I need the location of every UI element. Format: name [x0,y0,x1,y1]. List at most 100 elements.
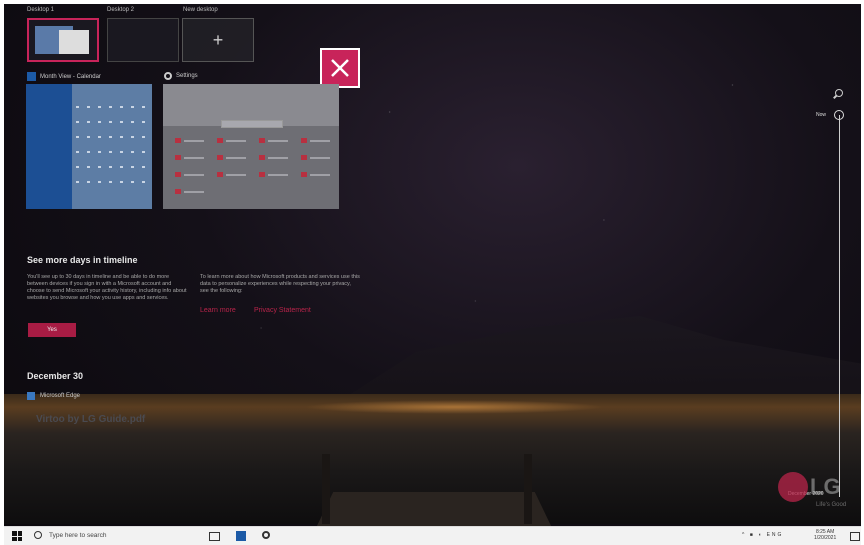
yes-button[interactable]: Yes [28,323,76,337]
close-icon [331,59,349,77]
settings-category-icon [175,172,181,177]
settings-category-icon [217,138,223,143]
settings-category-icon [301,155,307,160]
desktop-2-label: Desktop 2 [107,7,135,13]
settings-window-title: Settings [176,73,198,79]
windows-start-icon[interactable] [12,531,22,541]
calendar-day-cell [131,106,134,108]
clock-date: 1/20/2021 [814,535,837,541]
calendar-day-cell [98,121,101,123]
settings-category-icon [217,155,223,160]
settings-window-label: Settings [164,72,198,80]
lg-tagline: Life's Good [816,502,847,508]
calendar-day-cell [98,136,101,138]
edge-activity-header: Microsoft Edge [27,392,80,400]
calendar-day-cell [131,136,134,138]
settings-category-label [184,174,204,176]
settings-category-icon [259,172,265,177]
calendar-day-cell [120,166,123,168]
calendar-day-cell [87,181,90,183]
settings-category-label [226,140,246,142]
new-desktop-button[interactable]: + [182,18,254,62]
now-label: Now [816,112,827,118]
calendar-day-cell [76,181,79,183]
calendar-day-cell [98,181,101,183]
taskbar-clock[interactable]: 8:25 AM 1/20/2021 [814,529,836,541]
calendar-day-cell [76,151,79,153]
calendar-window-thumbnail[interactable] [26,84,152,209]
task-view-icon[interactable] [209,532,220,541]
search-icon[interactable] [34,531,42,539]
calendar-taskbar-icon[interactable] [236,531,246,541]
calendar-day-cell [87,166,90,168]
calendar-icon [27,72,36,81]
settings-category-icon [301,138,307,143]
calendar-day-cell [109,166,112,168]
desktop-2-thumbnail[interactable] [107,18,179,62]
settings-category-label [268,174,288,176]
volume-icon[interactable]: ◖ [758,532,763,538]
lg-logo-icon [778,472,808,502]
timeline-date-heading: December 30 [27,371,84,381]
calendar-month-grid [72,84,152,209]
calendar-day-cell [76,166,79,168]
settings-category-label [310,174,330,176]
desktop-1-thumbnail[interactable] [27,18,99,62]
horizon-glow [304,400,604,414]
calendar-day-cell [76,121,79,123]
activity-card-title[interactable]: Virtoo by LG Guide.pdf [36,414,145,425]
calendar-day-cell [87,106,90,108]
calendar-day-cell [131,121,134,123]
notification-icon[interactable] [850,532,860,541]
settings-window-thumbnail[interactable] [163,84,339,209]
calendar-day-cell [109,181,112,183]
settings-category-label [268,157,288,159]
learn-more-link[interactable]: Learn more [200,307,236,314]
settings-category-icon [259,138,265,143]
calendar-day-cell [120,181,123,183]
chevron-up-icon[interactable]: ^ [742,532,746,538]
desktop-1-label: Desktop 1 [27,7,55,13]
timeline-scrubber-track[interactable] [839,115,840,497]
taskbar: Type here to search ^ ■ ◖ ENG 8:25 AM 1/… [4,526,861,545]
pier-post [524,454,532,524]
calendar-day-cell [120,106,123,108]
settings-category-label [226,157,246,159]
gear-icon [164,72,172,80]
calendar-day-cell [98,106,101,108]
edge-app-name: Microsoft Edge [40,393,81,399]
close-button[interactable] [320,48,360,88]
calendar-day-cell [87,121,90,123]
calendar-day-cell [98,151,101,153]
calendar-day-cell [120,151,123,153]
lg-logo-text: LG [810,474,841,499]
calendar-day-cell [142,166,145,168]
settings-category-icon [175,189,181,194]
calendar-day-cell [109,121,112,123]
settings-taskbar-icon[interactable] [262,531,270,539]
calendar-day-cell [87,151,90,153]
calendar-day-cell [120,136,123,138]
privacy-statement-link[interactable]: Privacy Statement [254,307,311,314]
settings-category-icon [301,172,307,177]
system-tray[interactable]: ^ ■ ◖ ENG [742,532,783,538]
calendar-day-cell [131,151,134,153]
settings-category-label [310,140,330,142]
calendar-day-cell [131,166,134,168]
timeline-search-icon[interactable] [835,89,843,97]
plus-icon: + [212,29,224,50]
network-icon[interactable]: ■ [750,532,755,538]
calendar-day-cell [76,136,79,138]
calendar-window-label: Month View - Calendar [27,72,101,81]
taskbar-search-input[interactable]: Type here to search [49,532,106,539]
calendar-sidebar [26,84,72,209]
calendar-day-cell [142,151,145,153]
settings-category-icon [175,155,181,160]
timeline-heading: See more days in timeline [27,255,138,265]
language-indicator[interactable]: ENG [767,532,784,538]
settings-category-icon [175,138,181,143]
calendar-day-cell [142,181,145,183]
settings-category-label [184,157,204,159]
calendar-day-cell [142,106,145,108]
timeline-info-left: You'll see up to 30 days in timeline and… [27,274,187,301]
